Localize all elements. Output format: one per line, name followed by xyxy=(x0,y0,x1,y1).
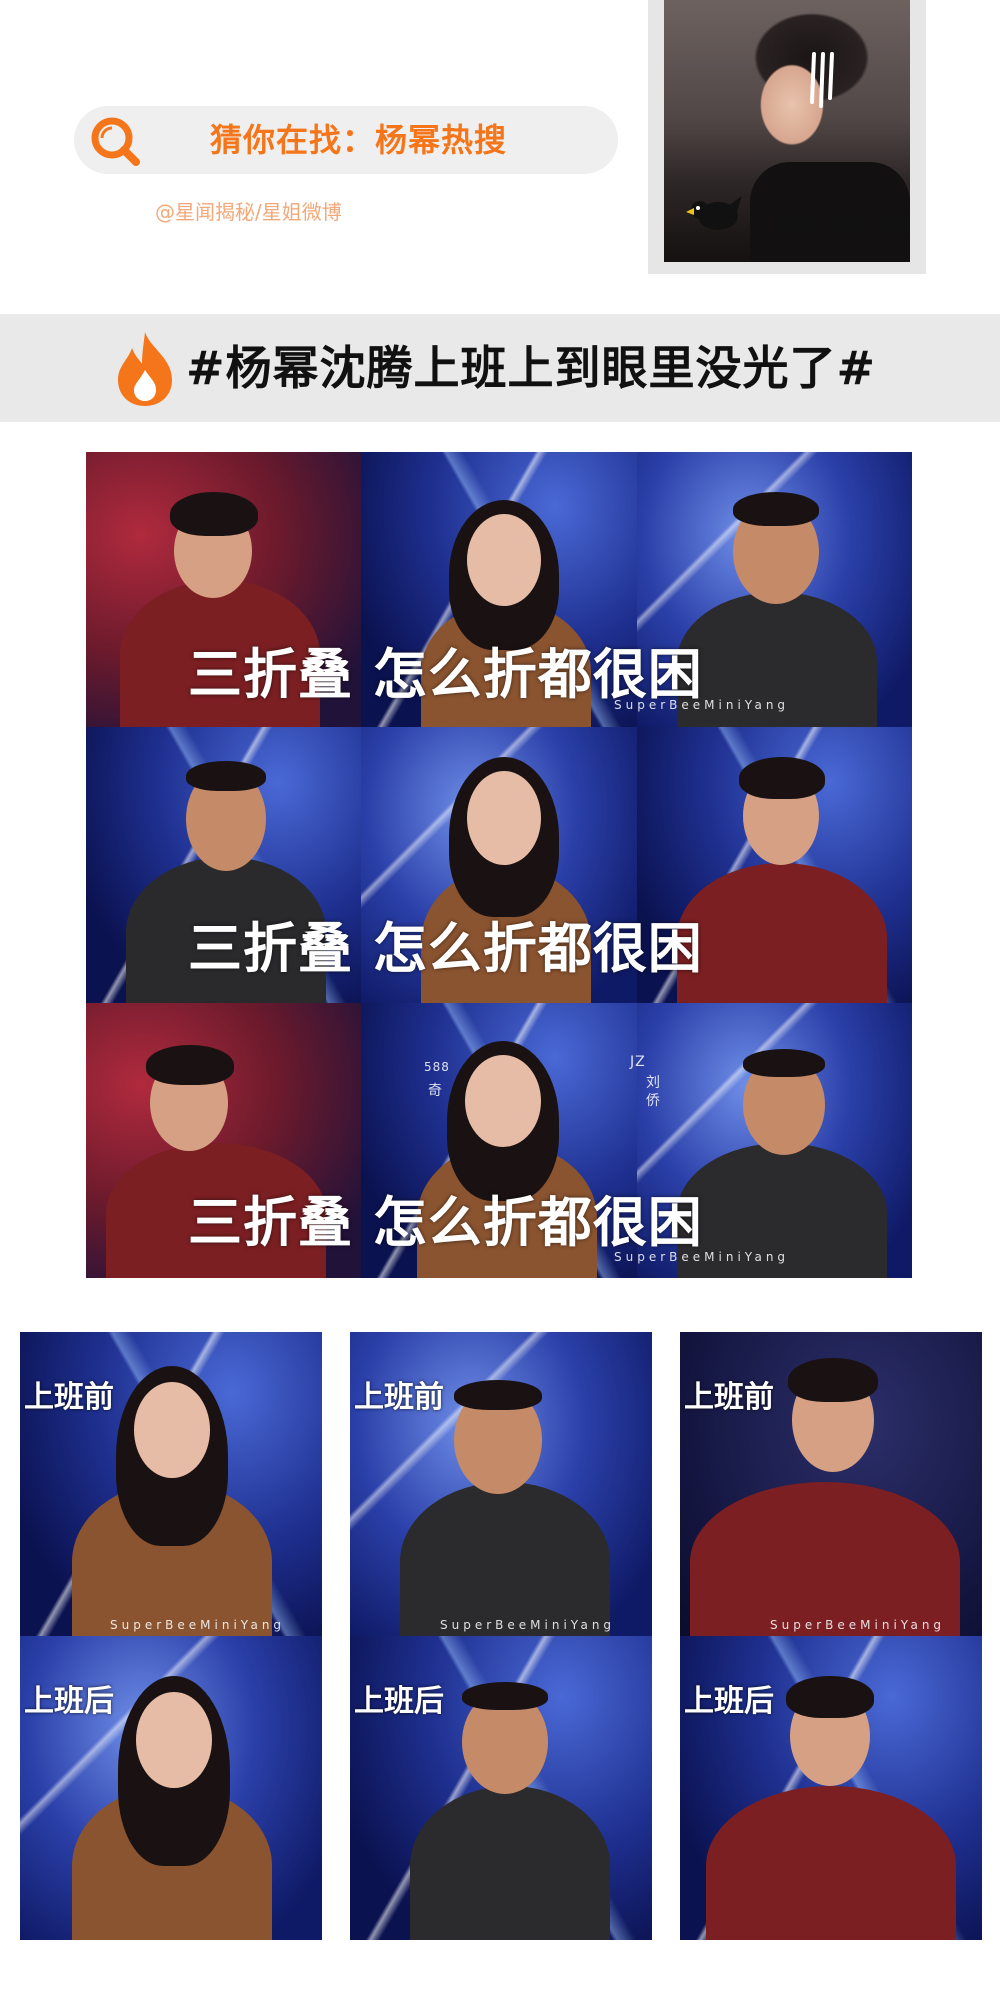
search-icon xyxy=(91,117,140,166)
watermark: SuperBeeMiniYang xyxy=(110,1618,286,1632)
watermark: SuperBeeMiniYang xyxy=(614,698,790,712)
before-photo: 上班前 SuperBeeMiniYang xyxy=(350,1332,652,1636)
watermark: SuperBeeMiniYang xyxy=(440,1618,616,1632)
before-label: 上班前 xyxy=(24,1380,114,1415)
hashtag-banner[interactable]: #杨幂沈腾上班上到眼里没光了# xyxy=(0,314,1000,422)
person-hair xyxy=(738,757,825,800)
search-suggestion-pill[interactable]: 猜你在找：杨幂热搜 xyxy=(74,106,618,174)
after-label: 上班后 xyxy=(354,1684,444,1719)
stage-mark: JZ xyxy=(630,1054,646,1070)
before-label: 上班前 xyxy=(354,1380,444,1415)
stage-mark: 侨 xyxy=(646,1093,661,1109)
person-hair xyxy=(170,492,258,536)
search-suggestion-text[interactable]: 猜你在找：杨幂热搜 xyxy=(210,106,507,174)
person-hair xyxy=(742,1048,825,1077)
after-label: 上班后 xyxy=(24,1684,114,1719)
avatar-card[interactable]: ●●●●●● xyxy=(648,0,926,274)
person-hair xyxy=(786,1676,874,1718)
fire-icon xyxy=(118,332,172,406)
before-photo: 上班前 SuperBeeMiniYang xyxy=(680,1332,982,1636)
source-credit: @星闻揭秘/星姐微博 xyxy=(155,200,342,224)
stage-mark: 奇 xyxy=(428,1083,443,1099)
ellipsis-dots: ●●●●●● xyxy=(774,208,910,238)
stress-lines-icon xyxy=(810,52,834,108)
meme-grid-image xyxy=(86,452,912,1278)
comparison-image-1: 上班前 SuperBeeMiniYang 上班后 xyxy=(20,1332,322,1940)
crow-icon xyxy=(686,196,742,230)
person-hair xyxy=(788,1358,878,1402)
meme-caption-row-3: 三折叠 怎么折都很困 xyxy=(188,1191,703,1254)
page: { "search": { "text": "猜你在找：杨幂热搜", "sour… xyxy=(0,0,1000,2004)
person-head xyxy=(465,1054,542,1147)
person-hair xyxy=(186,761,266,792)
person-head xyxy=(136,1692,212,1788)
avatar-photo: ●●●●●● xyxy=(664,0,910,262)
after-label: 上班后 xyxy=(684,1684,774,1719)
person-hair xyxy=(454,1380,542,1410)
hashtag-title[interactable]: #杨幂沈腾上班上到眼里没光了# xyxy=(186,314,876,422)
stage-mark: 刘 xyxy=(646,1075,661,1091)
comparison-image-3: 上班前 SuperBeeMiniYang 上班后 xyxy=(680,1332,982,1940)
person-hair xyxy=(462,1682,548,1710)
person-head xyxy=(134,1382,210,1478)
person-head xyxy=(467,514,542,606)
watermark: SuperBeeMiniYang xyxy=(614,1250,790,1264)
person-hair xyxy=(146,1044,234,1085)
person-hair xyxy=(732,492,819,526)
stage-mark: 588 xyxy=(424,1060,450,1074)
person-body xyxy=(690,1482,960,1636)
meme-caption-row-2: 三折叠 怎么折都很困 xyxy=(188,917,703,980)
before-label: 上班前 xyxy=(684,1380,774,1415)
person-body xyxy=(410,1786,610,1940)
comparison-image-2: 上班前 SuperBeeMiniYang 上班后 xyxy=(350,1332,652,1940)
before-photo: 上班前 SuperBeeMiniYang xyxy=(20,1332,322,1636)
person-body xyxy=(706,1786,956,1940)
after-photo: 上班后 xyxy=(20,1636,322,1940)
person-body xyxy=(400,1482,610,1636)
after-photo: 上班后 xyxy=(680,1636,982,1940)
after-photo: 上班后 xyxy=(350,1636,652,1940)
watermark: SuperBeeMiniYang xyxy=(770,1618,946,1632)
